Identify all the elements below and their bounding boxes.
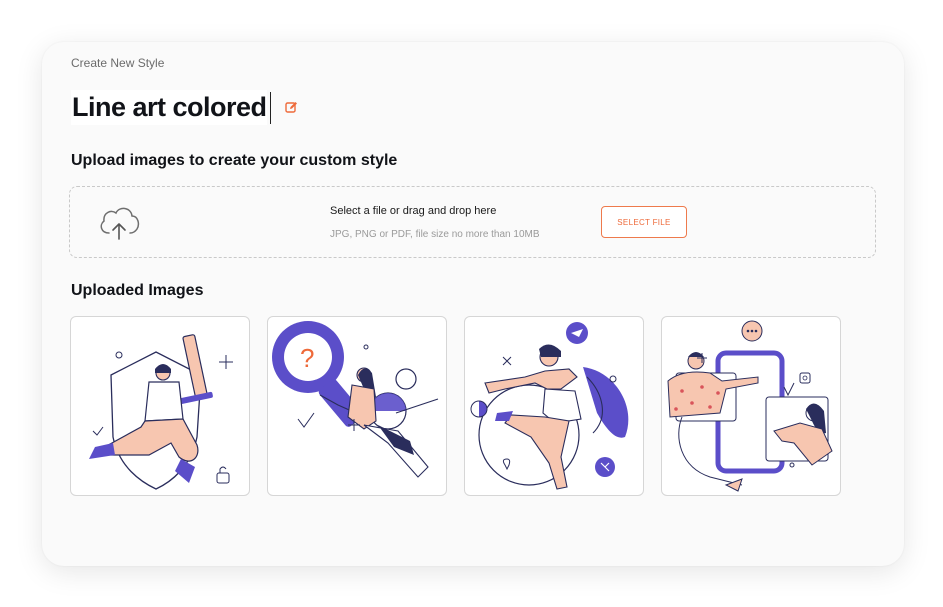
style-name-row: Line art colored bbox=[71, 90, 299, 125]
svg-text:?: ? bbox=[300, 343, 314, 373]
uploaded-image-3[interactable] bbox=[464, 316, 644, 496]
uploaded-images-grid: ? bbox=[70, 316, 841, 496]
upload-heading: Upload images to create your custom styl… bbox=[71, 152, 398, 169]
person-with-magnifier-illustration: ? bbox=[272, 321, 439, 478]
cloud-upload-icon bbox=[100, 207, 140, 240]
uploaded-images-heading: Uploaded Images bbox=[71, 282, 204, 299]
select-file-button[interactable]: SELECT FILE bbox=[601, 206, 687, 238]
uploaded-image-1[interactable] bbox=[70, 316, 250, 496]
knight-with-sword-illustration bbox=[89, 334, 233, 490]
create-style-panel: Create New Style Line art colored Upload… bbox=[42, 42, 904, 566]
dropzone-instruction: Select a file or drag and drop here bbox=[330, 205, 497, 217]
style-name-input[interactable]: Line art colored bbox=[71, 90, 267, 125]
uploaded-image-4[interactable] bbox=[661, 316, 841, 496]
edit-icon[interactable] bbox=[285, 101, 299, 115]
dancing-person-illustration bbox=[470, 322, 629, 490]
dropzone-hint: JPG, PNG or PDF, file size no more than … bbox=[330, 229, 540, 240]
file-dropzone[interactable]: Select a file or drag and drop here JPG,… bbox=[69, 186, 876, 258]
phone-chat-illustration bbox=[667, 320, 833, 492]
text-cursor bbox=[269, 91, 271, 124]
breadcrumb: Create New Style bbox=[71, 56, 165, 70]
uploaded-image-2[interactable]: ? bbox=[267, 316, 447, 496]
